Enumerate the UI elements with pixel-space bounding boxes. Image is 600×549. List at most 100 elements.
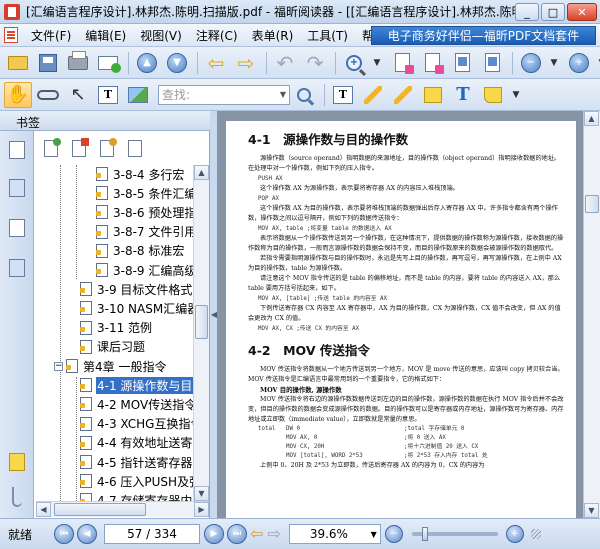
search-button[interactable] (290, 82, 318, 108)
print-button[interactable] (64, 50, 92, 76)
bookmark-horizontal-scrollbar[interactable]: ◀ ▶ (36, 501, 209, 517)
back-button[interactable]: ⇦ (202, 50, 230, 76)
document-menu-icon[interactable] (4, 27, 18, 43)
first-page-button[interactable]: ⏮ (54, 524, 74, 544)
scroll-down-arrow[interactable]: ▼ (194, 486, 209, 501)
annotations-tab-icon[interactable] (9, 453, 25, 471)
paperclip-icon[interactable] (12, 487, 22, 507)
select-tool-button[interactable]: ↖ (64, 82, 92, 108)
maximize-button[interactable]: □ (541, 3, 565, 21)
layers-tab-icon[interactable] (9, 179, 25, 197)
zoom-level-select[interactable]: 39.6% ▼ (288, 524, 381, 544)
last-page-button[interactable]: ⏭ (227, 524, 247, 544)
bookmark-item[interactable]: 3-8-8 标准宏 (96, 242, 185, 260)
next-page-button[interactable]: ▶ (204, 524, 224, 544)
scrollbar-thumb[interactable] (195, 305, 208, 339)
comment-button[interactable] (479, 82, 507, 108)
minimize-button[interactable]: _ (515, 3, 539, 21)
back-arrow-icon[interactable]: ⇦ (250, 526, 263, 542)
email-button[interactable] (94, 50, 122, 76)
chevron-down-icon[interactable]: ▼ (280, 90, 286, 99)
previous-page-button[interactable]: ◀ (77, 524, 97, 544)
highlight-button[interactable] (359, 82, 387, 108)
loupe-tool-button[interactable] (34, 82, 62, 108)
zoom-out-dropdown[interactable]: ▼ (547, 50, 563, 76)
forward-button[interactable]: ⇨ (232, 50, 260, 76)
undo-button[interactable]: ↶ (271, 50, 299, 76)
redo-button[interactable]: ↷ (301, 50, 329, 76)
scroll-down-arrow[interactable]: ▼ (584, 503, 599, 518)
bookmark-item[interactable]: 4-7 存储寄存器内容 (80, 491, 194, 501)
menu-edit[interactable]: 编辑(E) (78, 27, 133, 44)
bookmark-item[interactable]: 3-8-6 预处理指令 (96, 203, 194, 221)
bookmark-item[interactable]: 4-2 MOV传送指令 (80, 395, 194, 413)
bookmark-item[interactable]: 3-8-4 多行宏 (96, 165, 185, 183)
menu-form[interactable]: 表单(R) (245, 27, 301, 44)
snapshot-button[interactable] (124, 82, 152, 108)
bookmark-item[interactable]: 4-3 XCHG互换指令 (80, 415, 194, 433)
pencil-button[interactable] (389, 82, 417, 108)
bookmark-item[interactable]: 4-5 指针送寄存器 (80, 453, 193, 471)
signatures-tab-icon[interactable] (9, 259, 25, 277)
zoom-tool-dropdown[interactable]: ▼ (370, 50, 386, 76)
bookmark-chapter[interactable]: − 第4章 一般指令 (54, 357, 167, 375)
document-vertical-scrollbar[interactable]: ▲ ▼ (583, 111, 600, 518)
page-number-input[interactable]: 57 / 334 (104, 524, 200, 544)
scrollbar-thumb[interactable] (54, 503, 146, 516)
zoom-in-button[interactable]: + (565, 50, 593, 76)
zoom-tool-button[interactable]: + (340, 50, 368, 76)
bookmark-item[interactable]: 4-6 压入PUSH及弹出 (80, 472, 194, 490)
delete-bookmark-button[interactable] (68, 137, 90, 159)
comments-tab-icon[interactable] (9, 219, 25, 237)
bookmark-item[interactable]: 4-4 有效地址送寄存器 (80, 434, 194, 452)
forward-arrow-icon[interactable]: ⇨ (267, 526, 280, 542)
comment-dropdown[interactable]: ▼ (509, 82, 525, 108)
menu-comment[interactable]: 注释(C) (189, 27, 245, 44)
scroll-left-arrow[interactable]: ◀ (36, 502, 51, 517)
bookmark-item[interactable]: 3-8-7 文件引用 (96, 223, 194, 241)
bookmark-item[interactable]: 3-8-5 条件汇编 (96, 184, 194, 202)
zoom-slider[interactable] (411, 527, 498, 541)
zoom-slider-knob[interactable] (421, 527, 428, 541)
document-viewer[interactable]: 4-1 源操作数与目的操作数 源操作数（source operand）指明数据的… (217, 111, 583, 518)
bookmark-item[interactable]: 4-1 源操作数与目的操作数 (80, 376, 194, 394)
bookmark-item[interactable]: 3-9 目标文件格式 (80, 280, 193, 298)
next-page-button[interactable]: ▼ (163, 50, 191, 76)
bookmark-item[interactable]: 3-11 范例 (80, 319, 153, 337)
promo-banner[interactable]: 电子商务好伴侣—福昕PDF文档套件 (371, 26, 596, 45)
note-button[interactable] (419, 82, 447, 108)
menu-view[interactable]: 视图(V) (133, 27, 189, 44)
resize-grip[interactable] (530, 529, 541, 539)
select-text-button[interactable]: T (94, 82, 122, 108)
scroll-right-arrow[interactable]: ▶ (194, 502, 209, 517)
hand-tool-button[interactable]: ✋ (4, 81, 32, 108)
scroll-up-arrow[interactable]: ▲ (584, 111, 599, 126)
pages-tab-icon[interactable] (9, 141, 25, 159)
bookmark-item[interactable]: 3-8-9 汇编高级指令 (96, 261, 194, 279)
scrollbar-thumb[interactable] (585, 195, 599, 213)
zoom-out-button[interactable]: − (517, 50, 545, 76)
expand-bookmark-button[interactable] (40, 137, 62, 159)
bookmark-vertical-scrollbar[interactable]: ▲ ▼ (193, 165, 209, 501)
close-button[interactable]: ✕ (567, 3, 597, 21)
zoom-in-dropdown[interactable]: ▼ (595, 50, 600, 76)
zoom-out-button[interactable]: − (384, 525, 403, 543)
actual-size-button[interactable] (388, 50, 416, 76)
fit-width-button[interactable] (448, 50, 476, 76)
scroll-up-arrow[interactable]: ▲ (194, 165, 209, 180)
collapse-toggle-icon[interactable]: − (54, 361, 63, 371)
previous-page-button[interactable]: ▲ (133, 50, 161, 76)
save-button[interactable] (34, 50, 62, 76)
rotate-button[interactable] (478, 50, 506, 76)
search-input[interactable]: 查找: ▼ (158, 84, 290, 105)
bookmark-options-button[interactable] (124, 137, 146, 159)
fit-page-button[interactable] (418, 50, 446, 76)
open-button[interactable] (4, 50, 32, 76)
new-bookmark-button[interactable] (96, 137, 118, 159)
text-tool-button[interactable]: T (449, 82, 477, 108)
menu-tools[interactable]: 工具(T) (300, 27, 355, 44)
menu-file[interactable]: 文件(F) (24, 27, 78, 44)
bookmark-item[interactable]: 3-10 NASM汇编器 (80, 299, 194, 317)
bookmark-item[interactable]: 课后习题 (80, 338, 146, 356)
typewriter-button[interactable]: T (329, 82, 357, 108)
